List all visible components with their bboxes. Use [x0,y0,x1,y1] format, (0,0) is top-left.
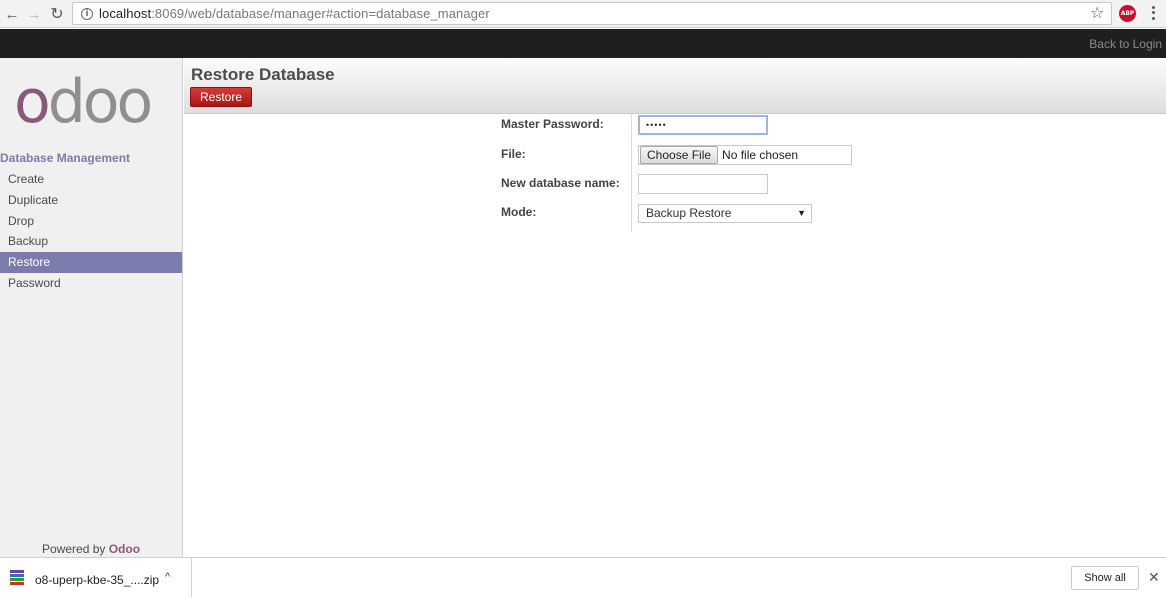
page-title: Restore Database [191,65,335,84]
info-icon[interactable]: i [81,7,93,20]
new-database-name-label: New database name: [501,176,620,190]
forward-arrow-icon[interactable]: → [24,4,44,24]
show-all-button[interactable]: Show all [1071,566,1139,590]
sidebar-item-create[interactable]: Create [0,169,182,190]
address-bar[interactable]: i localhost:8069/web/database/manager#ac… [72,2,1112,25]
sidebar-item-drop[interactable]: Drop [0,211,182,232]
master-password-input[interactable] [638,115,768,135]
form-divider [631,114,632,232]
back-arrow-icon[interactable]: ← [2,4,22,24]
restore-button[interactable]: Restore [190,87,252,107]
chevron-up-icon[interactable]: ^ [165,571,170,583]
powered-by: Powered by Odoo [42,542,141,556]
mode-select[interactable]: Backup Restore ▼ [638,204,812,223]
odoo-logo: odoo [14,67,153,137]
sidebar-item-duplicate[interactable]: Duplicate [0,190,182,211]
odoo-topbar: Back to Login [0,29,1166,58]
back-to-login-link[interactable]: Back to Login [1089,37,1162,51]
choose-file-button[interactable]: Choose File [640,146,719,164]
adblock-icon[interactable]: ABP [1119,5,1136,22]
dropdown-arrow-icon: ▼ [797,208,806,218]
master-password-label: Master Password: [501,117,604,131]
sidebar-item-restore[interactable]: Restore [0,252,182,273]
content-header: Restore Database Restore [184,58,1166,114]
browser-menu-icon[interactable] [1148,5,1158,21]
zip-archive-icon [10,570,24,585]
new-database-name-input[interactable] [638,174,768,194]
file-input[interactable]: Choose File No file chosen [638,145,852,165]
file-status: No file chosen [722,148,799,162]
sidebar-menu: Create Duplicate Drop Backup Restore Pas… [0,169,182,294]
bookmark-star-icon[interactable]: ☆ [1090,3,1104,23]
powered-by-odoo-link[interactable]: Odoo [109,542,140,556]
sidebar-section-title: Database Management [0,151,131,165]
reload-icon[interactable]: ↻ [47,4,67,24]
download-file-name: o8-uperp-kbe-35_....zip [35,573,160,587]
download-item[interactable]: o8-uperp-kbe-35_....zip ^ [0,558,192,597]
mode-selected-value: Backup Restore [646,206,732,220]
sidebar: odoo Database Management Create Duplicat… [0,58,183,557]
sidebar-item-password[interactable]: Password [0,273,182,294]
sidebar-item-backup[interactable]: Backup [0,231,182,252]
browser-toolbar: ← → ↻ i localhost:8069/web/database/mana… [0,0,1166,28]
download-shelf: o8-uperp-kbe-35_....zip ^ Show all ✕ [0,557,1166,597]
url-text: localhost:8069/web/database/manager#acti… [99,6,490,21]
mode-label: Mode: [501,205,537,219]
file-label: File: [501,147,526,161]
close-icon[interactable]: ✕ [1148,569,1160,586]
